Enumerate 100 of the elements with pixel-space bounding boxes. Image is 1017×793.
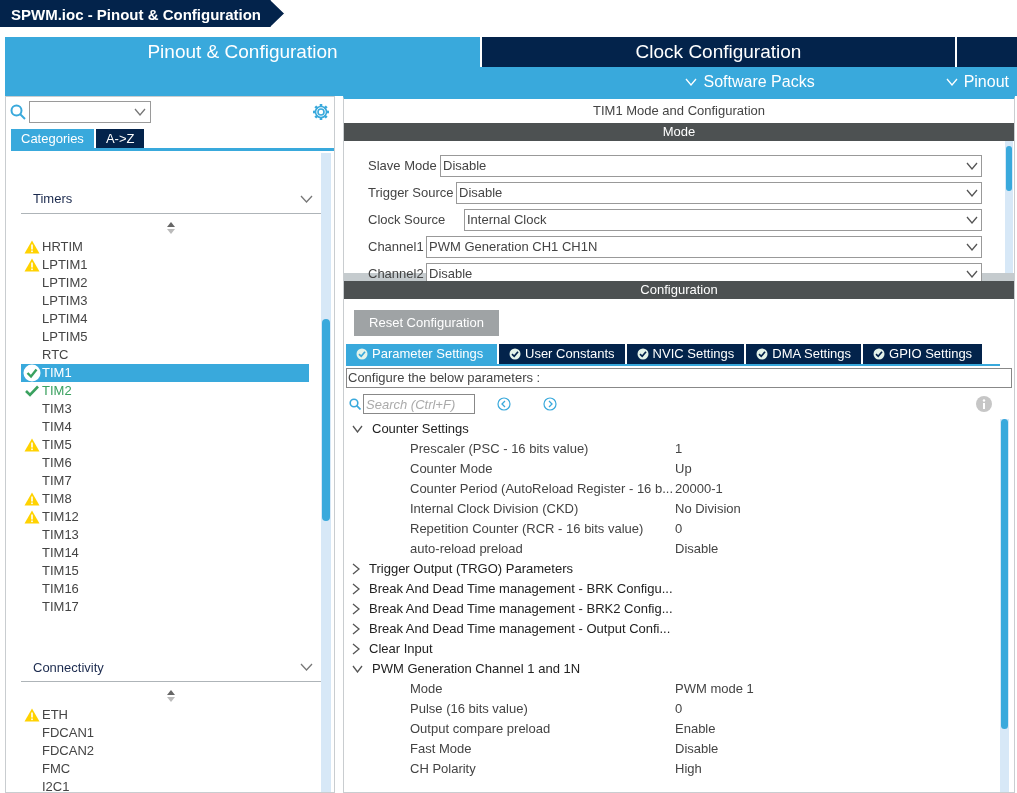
dropdown-field[interactable]: Disable bbox=[456, 181, 982, 204]
search-icon bbox=[349, 398, 361, 410]
tree-section[interactable]: Break And Dead Time management - BRK Configu... bbox=[344, 579, 1000, 599]
warning-icon bbox=[24, 239, 40, 254]
panel-title: TIM1 Mode and Configuration bbox=[592, 102, 766, 120]
check-circle-icon bbox=[756, 348, 769, 360]
peripheral-item[interactable]: ETH bbox=[21, 706, 309, 724]
peripheral-item[interactable]: LPTIM4 bbox=[21, 309, 309, 328]
previous-icon[interactable] bbox=[497, 397, 511, 411]
scrollbar-thumb[interactable] bbox=[1006, 146, 1012, 191]
peripheral-item[interactable]: TIM7 bbox=[21, 471, 309, 490]
peripheral-item[interactable]: HRTIM bbox=[21, 237, 309, 256]
warning-icon bbox=[24, 708, 40, 722]
parameter-name: Counter Mode bbox=[410, 460, 494, 479]
check-circle-icon bbox=[636, 348, 649, 360]
tab-bar-filler bbox=[957, 37, 1017, 67]
parameter-value[interactable]: High bbox=[675, 759, 702, 779]
category-header[interactable]: Connectivity bbox=[21, 657, 321, 682]
peripheral-item[interactable]: FMC bbox=[21, 760, 309, 778]
scrollbar-thumb[interactable] bbox=[1001, 419, 1008, 729]
parameter-value[interactable]: Enable bbox=[675, 719, 716, 739]
check-circle-icon bbox=[356, 348, 368, 360]
peripheral-item[interactable]: I2C1 bbox=[21, 778, 309, 792]
sort-arrows-icon[interactable] bbox=[166, 221, 176, 234]
tree-section[interactable]: Trigger Output (TRGO) Parameters bbox=[344, 559, 1000, 579]
parameter-name: Repetition Counter (RCR - 16 bits value) bbox=[410, 520, 645, 539]
section-header: Configuration bbox=[344, 281, 1014, 299]
peripheral-item[interactable]: FDCAN1 bbox=[21, 724, 309, 742]
peripheral-item[interactable]: TIM17 bbox=[21, 597, 309, 616]
settings-tab[interactable]: GPIO Settings bbox=[863, 344, 983, 364]
field-label: Trigger Source bbox=[368, 183, 454, 202]
search-field[interactable]: Search (Ctrl+F) bbox=[363, 394, 475, 414]
parameter-name: Prescaler (PSC - 16 bits value) bbox=[410, 440, 590, 459]
settings-tab[interactable]: NVIC Settings bbox=[626, 344, 745, 364]
dropdown-field[interactable]: PWM Generation CH1 CH1N bbox=[426, 235, 982, 258]
main-tab[interactable]: Clock Configuration bbox=[482, 37, 955, 67]
peripheral-item[interactable]: RTC bbox=[21, 345, 309, 364]
peripheral-item[interactable]: TIM13 bbox=[21, 525, 309, 544]
chevron-down-icon bbox=[945, 77, 958, 86]
chevron-down-icon bbox=[966, 215, 978, 224]
chevron-down-icon bbox=[966, 188, 978, 197]
chevron-down-icon bbox=[685, 77, 698, 86]
parameter-value[interactable]: Up bbox=[675, 459, 692, 479]
tree-section[interactable]: Counter Settings bbox=[344, 419, 1000, 439]
peripheral-item[interactable]: TIM8 bbox=[21, 489, 309, 508]
warning-icon bbox=[24, 437, 40, 452]
parameter-value[interactable]: Disable bbox=[675, 739, 719, 759]
category-label: Timers bbox=[33, 190, 73, 208]
next-icon[interactable] bbox=[543, 397, 557, 411]
parameter-name: Fast Mode bbox=[410, 740, 473, 759]
view-tab[interactable]: A->Z bbox=[95, 129, 145, 148]
peripheral-item[interactable]: TIM14 bbox=[21, 543, 309, 562]
dropdown-field[interactable]: Internal Clock bbox=[464, 208, 982, 231]
settings-icon[interactable] bbox=[312, 103, 330, 121]
peripheral-item[interactable]: TIM5 bbox=[21, 435, 309, 454]
parameter-value[interactable]: PWM mode 1 bbox=[675, 679, 754, 699]
sort-arrows-icon[interactable] bbox=[166, 690, 176, 702]
tree-section[interactable]: Break And Dead Time management - Output Confi... bbox=[344, 619, 1000, 639]
checkmark-icon bbox=[25, 384, 39, 397]
parameter-value[interactable]: No Division bbox=[675, 499, 741, 519]
peripheral-item[interactable]: FDCAN2 bbox=[21, 742, 309, 760]
tree-section[interactable]: Clear Input bbox=[344, 639, 1000, 659]
chevron-down-icon bbox=[966, 161, 978, 170]
peripheral-item[interactable]: LPTIM5 bbox=[21, 327, 309, 346]
parameter-value[interactable]: 20000-1 bbox=[675, 479, 723, 499]
warning-icon bbox=[24, 509, 40, 524]
field-label: Channel1 bbox=[368, 237, 424, 256]
peripheral-item[interactable]: LPTIM3 bbox=[21, 291, 309, 310]
field-label: Slave Mode bbox=[368, 156, 438, 175]
peripheral-item[interactable]: TIM3 bbox=[21, 399, 309, 418]
warning-icon bbox=[24, 257, 40, 272]
parameter-name: Output compare preload bbox=[410, 720, 552, 739]
search-icon bbox=[10, 104, 26, 120]
peripheral-item[interactable]: TIM4 bbox=[21, 417, 309, 436]
peripheral-item[interactable]: TIM15 bbox=[21, 561, 309, 580]
settings-tab[interactable]: DMA Settings bbox=[746, 344, 861, 364]
parameter-value[interactable]: 0 bbox=[675, 699, 683, 719]
parameter-name: Mode bbox=[410, 680, 444, 699]
chevron-down-icon bbox=[966, 242, 978, 251]
dropdown-field[interactable]: Disable bbox=[440, 154, 982, 177]
warning-icon bbox=[24, 491, 40, 506]
peripheral-item[interactable]: TIM16 bbox=[21, 579, 309, 598]
scrollbar-thumb[interactable] bbox=[322, 319, 330, 521]
parameter-name: CH Polarity bbox=[410, 760, 477, 779]
parameter-value[interactable]: Disable bbox=[675, 539, 719, 559]
category-header[interactable]: Timers bbox=[21, 189, 321, 214]
search-dropdown[interactable] bbox=[29, 101, 151, 123]
peripheral-item[interactable]: TIM12 bbox=[21, 507, 309, 526]
peripheral-item[interactable]: LPTIM2 bbox=[21, 273, 309, 292]
tree-section[interactable]: PWM Generation Channel 1 and 1N bbox=[344, 659, 1000, 679]
parameter-name: auto-reload preload bbox=[410, 540, 524, 559]
parameter-value[interactable]: 1 bbox=[675, 439, 683, 459]
parameter-name: Internal Clock Division (CKD) bbox=[410, 500, 580, 519]
info-icon bbox=[976, 396, 992, 412]
peripheral-item[interactable]: TIM6 bbox=[21, 453, 309, 472]
settings-tab[interactable]: User Constants bbox=[499, 344, 625, 364]
section-header: Mode bbox=[344, 123, 1014, 141]
parameter-value[interactable]: 0 bbox=[675, 519, 683, 539]
tree-section[interactable]: Break And Dead Time management - BRK2 Config... bbox=[344, 599, 1000, 619]
peripheral-item[interactable]: LPTIM1 bbox=[21, 255, 309, 274]
